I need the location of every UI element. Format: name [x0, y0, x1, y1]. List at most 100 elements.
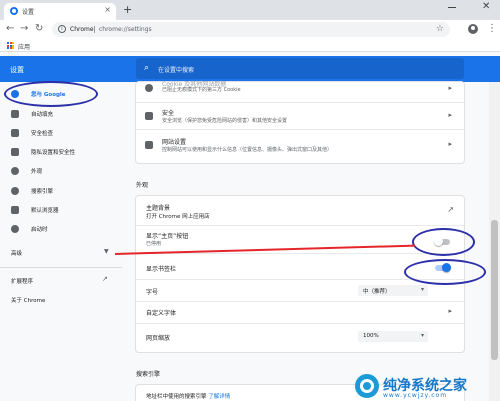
sidebar-item-label: 隐私设置和安全性 — [31, 150, 76, 156]
cookies-row[interactable]: Cookie 及其他网站数据 已阻止无痕模式下的第三方 Cookie ▸ — [136, 81, 464, 99]
sidebar-item-label: 外观 — [31, 169, 43, 175]
settings-favicon-icon — [10, 7, 18, 15]
cookie-icon — [145, 84, 153, 92]
sidebar-item-advanced[interactable]: 高级 ▼ — [0, 247, 122, 259]
row-title: 显示书签栏 — [146, 266, 177, 273]
learn-more-link[interactable]: 了解详情 — [208, 394, 230, 400]
new-tab-button[interactable]: + — [123, 4, 132, 15]
sidebar-item-label: 自动填充 — [31, 112, 54, 118]
sidebar-item-default-browser[interactable]: 默认浏览器 — [0, 204, 122, 216]
sidebar-divider — [0, 267, 122, 268]
settings-search-input[interactable]: ⌕ 在设置中搜索 — [136, 58, 464, 79]
font-size-select[interactable]: 中（推荐） ▾ — [358, 285, 428, 296]
sidebar-item-safety-check[interactable]: 安全检查 — [0, 127, 122, 139]
page-zoom-select[interactable]: 100% ▾ — [358, 331, 428, 342]
custom-fonts-row[interactable]: 自定义字体 ▸ — [136, 302, 464, 322]
autofill-icon — [11, 110, 19, 118]
sidebar-extensions-label: 扩展程序 — [11, 279, 34, 285]
chevron-down-icon: ▼ — [104, 248, 109, 255]
open-in-new-icon[interactable]: ↗ — [447, 205, 454, 214]
watermark-url: www.ycwjzy.com — [383, 392, 448, 399]
appearance-section-title: 外观 — [136, 182, 149, 189]
bookmarks-bar: 应用 — [0, 39, 500, 52]
back-icon[interactable]: ← — [6, 23, 14, 35]
row-title: 网页缩放 — [146, 335, 171, 342]
sidebar-item-on-startup[interactable]: 启动时 — [0, 223, 122, 235]
row-subtitle: 控制网站可以使用和显示什么信息（位置信息、摄像头、弹出式窗口及其他） — [162, 147, 333, 153]
search-engine-section-title: 搜索引擎 — [136, 371, 161, 378]
sliders-icon — [145, 141, 153, 149]
watermark: 纯净系统之家 www.ycwjzy.com — [355, 372, 500, 401]
chevron-right-icon: ▸ — [448, 307, 452, 315]
sidebar-item-extensions[interactable]: 扩展程序 ↗ — [0, 275, 122, 287]
sidebar-item-about[interactable]: 关于 Chrome — [0, 294, 122, 306]
apps-icon[interactable] — [7, 42, 14, 49]
tab-settings[interactable]: 设置 × — [4, 3, 116, 20]
annotation-ellipse-you-and-google — [4, 81, 98, 107]
info-icon[interactable]: i — [58, 25, 66, 33]
sidebar-item-privacy[interactable]: 隐私设置和安全性 — [0, 146, 122, 158]
row-title: 字号 — [146, 289, 159, 296]
browser-icon — [11, 206, 19, 214]
forward-icon[interactable]: → — [20, 23, 28, 35]
select-value: 100% — [363, 333, 379, 339]
tab-close-icon[interactable]: × — [104, 5, 111, 14]
font-size-row: 字号 中（推荐） ▾ — [136, 280, 464, 300]
chevron-down-icon: ▾ — [420, 332, 424, 339]
address-bar[interactable]: i Chrome chrome://settings ☆ — [52, 22, 450, 37]
row-title: 安全 — [162, 110, 175, 117]
site-settings-row[interactable]: 网站设置 控制网站可以使用和显示什么信息（位置信息、摄像头、弹出式窗口及其他） … — [136, 130, 464, 160]
tab-strip: 设置 × + ✕ — [0, 0, 500, 20]
power-icon — [11, 225, 19, 233]
window-close-icon[interactable]: ✕ — [482, 1, 490, 12]
search-icon: ⌕ — [144, 63, 150, 73]
row-title: 地址栏中使用的搜索引擎 了解详情 — [146, 392, 230, 400]
row-title: 显示“主页”按钮 — [146, 233, 189, 240]
sidebar-item-autofill[interactable]: 自动填充 — [0, 108, 122, 120]
reload-icon[interactable]: ↻ — [35, 23, 43, 35]
sidebar-item-appearance[interactable]: 外观 — [0, 165, 122, 177]
chevron-right-icon: ▸ — [448, 111, 452, 119]
privacy-card: Cookie 及其他网站数据 已阻止无痕模式下的第三方 Cookie ▸ 安全 … — [136, 81, 464, 163]
sidebar-item-label: 启动时 — [31, 227, 48, 233]
sidebar-item-search-engine[interactable]: 搜索引擎 — [0, 185, 122, 197]
row-subtitle: 已阻止无痕模式下的第三方 Cookie — [162, 87, 241, 93]
omnibox-divider — [94, 26, 95, 33]
row-subtitle: 已停用 — [146, 241, 162, 247]
sidebar-about-label: 关于 Chrome — [11, 298, 46, 304]
settings-header: 设置 ⌕ 在设置中搜索 — [0, 56, 500, 82]
scrollbar-thumb[interactable] — [491, 220, 498, 360]
security-row[interactable]: 安全 安全浏览（保护您免受危险网站的侵害）和其他安全设置 ▸ — [136, 103, 464, 129]
annotation-ellipse-home-toggle — [412, 228, 475, 256]
search-icon — [11, 187, 19, 195]
page-title: 设置 — [10, 66, 24, 74]
row-title: 主题背景 — [146, 205, 171, 212]
profile-icon[interactable] — [468, 24, 478, 34]
select-value: 中（推荐） — [363, 289, 391, 295]
settings-sidebar: 您与 Google 自动填充 安全检查 隐私设置和安全性 外观 搜索引擎 默认浏… — [0, 82, 122, 401]
tab-title: 设置 — [22, 9, 35, 16]
row-title: 自定义字体 — [146, 310, 177, 317]
security-shield-icon — [145, 112, 153, 120]
palette-icon — [11, 167, 19, 175]
chevron-right-icon: ▸ — [448, 84, 452, 92]
star-icon[interactable]: ☆ — [436, 24, 444, 34]
sidebar-item-label: 搜索引擎 — [31, 189, 54, 195]
sidebar-item-label: 安全检查 — [31, 131, 54, 137]
page-zoom-row: 网页缩放 100% ▾ — [136, 324, 464, 350]
omnibox-scheme: Chrome — [70, 26, 94, 33]
browser-toolbar: ← → ↻ i Chrome chrome://settings ☆ ⋮ — [0, 20, 500, 39]
annotation-ellipse-bookmarks-toggle — [404, 259, 486, 285]
theme-row[interactable]: 主题背景 打开 Chrome 网上应用店 ↗ — [136, 196, 464, 224]
sidebar-advanced-label: 高级 — [11, 251, 23, 257]
row-subtitle: 打开 Chrome 网上应用店 — [146, 214, 210, 220]
omnibox-url[interactable]: chrome://settings — [99, 26, 152, 33]
apps-label[interactable]: 应用 — [18, 42, 30, 51]
menu-icon[interactable]: ⋮ — [487, 23, 497, 34]
shield-check-icon — [11, 129, 19, 137]
row-title: 网站设置 — [162, 139, 187, 146]
minimize-icon[interactable] — [448, 7, 456, 8]
shield-icon — [11, 148, 19, 156]
sidebar-item-label: 默认浏览器 — [31, 208, 59, 214]
open-in-new-icon: ↗ — [102, 275, 108, 283]
